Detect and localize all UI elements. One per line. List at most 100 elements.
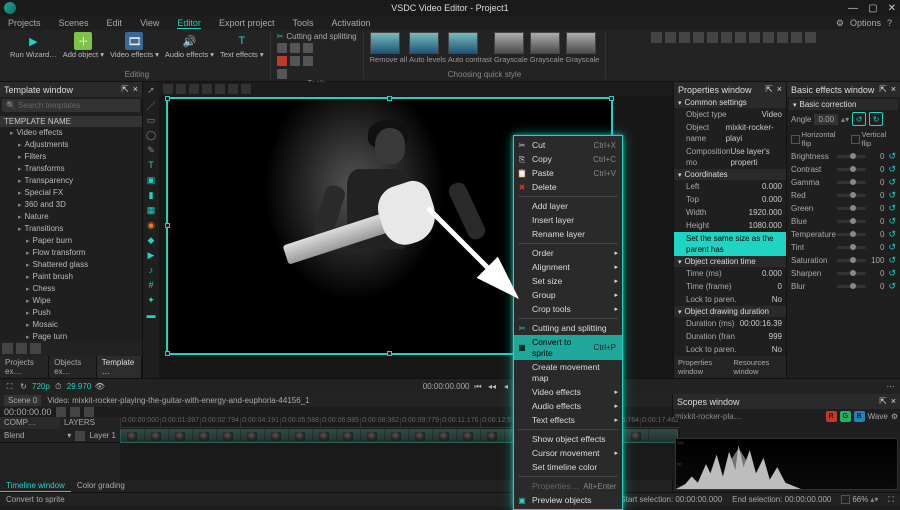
tpl-btn[interactable] bbox=[2, 343, 13, 354]
tab-comp[interactable]: COMP… bbox=[0, 417, 60, 429]
vp-tool[interactable] bbox=[215, 84, 225, 94]
template-tree[interactable]: TEMPLATE NAME Video effects Adjustments … bbox=[0, 114, 142, 341]
ctx-video-effects[interactable]: Video effects bbox=[514, 385, 622, 399]
eye-icon[interactable]: 👁 bbox=[94, 381, 105, 392]
loop-icon[interactable]: ↻ bbox=[18, 381, 29, 392]
misc-icon[interactable] bbox=[805, 32, 816, 43]
blend-row[interactable]: Blend▾Layer 1 bbox=[0, 429, 120, 443]
tab-timeline[interactable]: Timeline window bbox=[0, 480, 71, 492]
ctx-cursor-movement[interactable]: Cursor movement bbox=[514, 446, 622, 460]
qs-auto-levels[interactable] bbox=[409, 32, 439, 54]
misc-icon[interactable] bbox=[707, 32, 718, 43]
zoom-lock-checkbox[interactable] bbox=[841, 495, 850, 504]
shape3d-icon[interactable]: ◆ bbox=[145, 234, 157, 246]
zoom-stepper-icon[interactable]: ▴▾ bbox=[870, 495, 878, 504]
sec-coordinates[interactable]: Coordinates bbox=[674, 169, 786, 180]
tree-item[interactable]: Transparency bbox=[0, 175, 142, 187]
ctx-audio-effects[interactable]: Audio effects bbox=[514, 399, 622, 413]
run-wizard-button[interactable]: ▶Run Wizard… bbox=[10, 32, 57, 59]
eff-value[interactable]: 0 bbox=[870, 204, 884, 213]
ctx-preview[interactable]: ▣Preview objects bbox=[514, 493, 622, 507]
tab-objects-explorer[interactable]: Objects ex… bbox=[49, 356, 97, 378]
sec-drawing-duration[interactable]: Object drawing duration bbox=[674, 306, 786, 317]
frame-rate[interactable]: 29.970 bbox=[67, 382, 91, 391]
tree-video-effects[interactable]: Video effects bbox=[0, 127, 142, 139]
tree-item[interactable]: Chess bbox=[0, 283, 142, 295]
qs-remove-all[interactable] bbox=[370, 32, 400, 54]
eff-value[interactable]: 0 bbox=[870, 191, 884, 200]
close-panel-icon[interactable]: × bbox=[133, 84, 138, 95]
fit-icon[interactable]: ⛶ bbox=[888, 495, 894, 505]
eff-value[interactable]: 0 bbox=[870, 282, 884, 291]
ctx-insert-layer[interactable]: Insert layer bbox=[514, 213, 622, 227]
menu-export[interactable]: Export project bbox=[219, 18, 275, 28]
audio-effects-button[interactable]: 🔊Audio effects ▾ bbox=[165, 32, 214, 59]
pin-icon[interactable]: ⇱ bbox=[879, 396, 887, 407]
tree-item[interactable]: Paint brush bbox=[0, 271, 142, 283]
scope-source[interactable]: mixkit-rocker-pla… bbox=[675, 412, 823, 421]
maximize-button[interactable]: ▢ bbox=[868, 3, 877, 14]
ctx-delete[interactable]: ✖Delete bbox=[514, 180, 622, 194]
sec-common[interactable]: Common settings bbox=[674, 97, 786, 108]
vp-tool[interactable] bbox=[189, 84, 199, 94]
tab-layers[interactable]: LAYERS bbox=[60, 417, 120, 429]
menu-view[interactable]: View bbox=[140, 18, 159, 28]
reset-icon[interactable]: ↺ bbox=[888, 281, 896, 292]
ctx-create-movement[interactable]: Create movement map bbox=[514, 360, 622, 385]
eff-slider[interactable] bbox=[837, 285, 866, 288]
tree-item[interactable]: Nature bbox=[0, 211, 142, 223]
counter-icon[interactable]: # bbox=[145, 279, 157, 291]
angle-value[interactable]: 0.00 bbox=[814, 114, 838, 125]
gear-icon[interactable]: ⚙ bbox=[836, 18, 844, 29]
angle-stepper-icon[interactable]: ▴▾ bbox=[841, 115, 849, 124]
tree-item[interactable]: Flow transform bbox=[0, 247, 142, 259]
image-icon[interactable]: ▦ bbox=[145, 204, 157, 216]
pin-icon[interactable]: ⇱ bbox=[121, 84, 129, 95]
qs-grayscale-1[interactable] bbox=[494, 32, 524, 54]
reset-icon[interactable]: ↺ bbox=[888, 255, 896, 266]
vp-tool[interactable] bbox=[228, 84, 238, 94]
reset-icon[interactable]: ↺ bbox=[888, 203, 896, 214]
goto-start-icon[interactable]: ⏮ bbox=[473, 381, 484, 392]
misc-icon[interactable]: ⋯ bbox=[885, 381, 896, 392]
vp-tool[interactable] bbox=[176, 84, 186, 94]
tree-item[interactable]: Page turn bbox=[0, 331, 142, 341]
ctx-paste[interactable]: 📋PasteCtrl+V bbox=[514, 166, 622, 180]
scene-chip[interactable]: Scene 0 bbox=[4, 395, 41, 406]
ctx-show-effects[interactable]: Show object effects bbox=[514, 432, 622, 446]
eff-value[interactable]: 0 bbox=[870, 165, 884, 174]
scope-b-chip[interactable]: B bbox=[854, 411, 865, 422]
reset-icon[interactable]: ↺ bbox=[888, 177, 896, 188]
tab-resources[interactable]: Resources window bbox=[729, 356, 786, 378]
preview-res[interactable]: 720p bbox=[32, 382, 50, 391]
qs-auto-contrast[interactable] bbox=[448, 32, 478, 54]
menu-activation[interactable]: Activation bbox=[331, 18, 370, 28]
misc-icon[interactable] bbox=[665, 32, 676, 43]
ctx-timeline-color[interactable]: Set timeline color bbox=[514, 460, 622, 474]
tab-color-grading[interactable]: Color grading bbox=[71, 480, 131, 492]
misc-icon[interactable] bbox=[721, 32, 732, 43]
menu-projects[interactable]: Projects bbox=[8, 18, 41, 28]
tree-item[interactable]: Filters bbox=[0, 151, 142, 163]
tree-item[interactable]: Transforms bbox=[0, 163, 142, 175]
tpl-btn[interactable] bbox=[30, 343, 41, 354]
misc-icon[interactable] bbox=[679, 32, 690, 43]
tree-item[interactable]: Adjustments bbox=[0, 139, 142, 151]
add-object-button[interactable]: ＋Add object ▾ bbox=[63, 32, 104, 59]
template-search[interactable]: Search templates bbox=[2, 99, 140, 112]
reset-icon[interactable]: ↺ bbox=[888, 151, 896, 162]
eff-slider[interactable] bbox=[837, 168, 866, 171]
eff-value[interactable]: 100 bbox=[870, 256, 884, 265]
ctx-convert-sprite[interactable]: ▦Convert to spriteCtrl+P bbox=[514, 335, 622, 360]
tl-tool-icon[interactable] bbox=[56, 407, 66, 417]
eff-slider[interactable] bbox=[837, 259, 866, 262]
rotate-ccw-icon[interactable]: ↺ bbox=[852, 112, 866, 126]
ctx-cut-split[interactable]: ✂Cutting and splitting bbox=[514, 321, 622, 335]
ctx-cut[interactable]: ✂CutCtrl+X bbox=[514, 138, 622, 152]
ctx-copy[interactable]: ⎘CopyCtrl+C bbox=[514, 152, 622, 166]
pin-icon[interactable]: ⇱ bbox=[765, 84, 773, 95]
audio-icon[interactable]: ♪ bbox=[145, 264, 157, 276]
menu-editor[interactable]: Editor bbox=[177, 18, 201, 29]
cutting-splitting-label[interactable]: Cutting and splitting bbox=[286, 32, 356, 41]
ctx-crop-tools[interactable]: Crop tools bbox=[514, 302, 622, 316]
